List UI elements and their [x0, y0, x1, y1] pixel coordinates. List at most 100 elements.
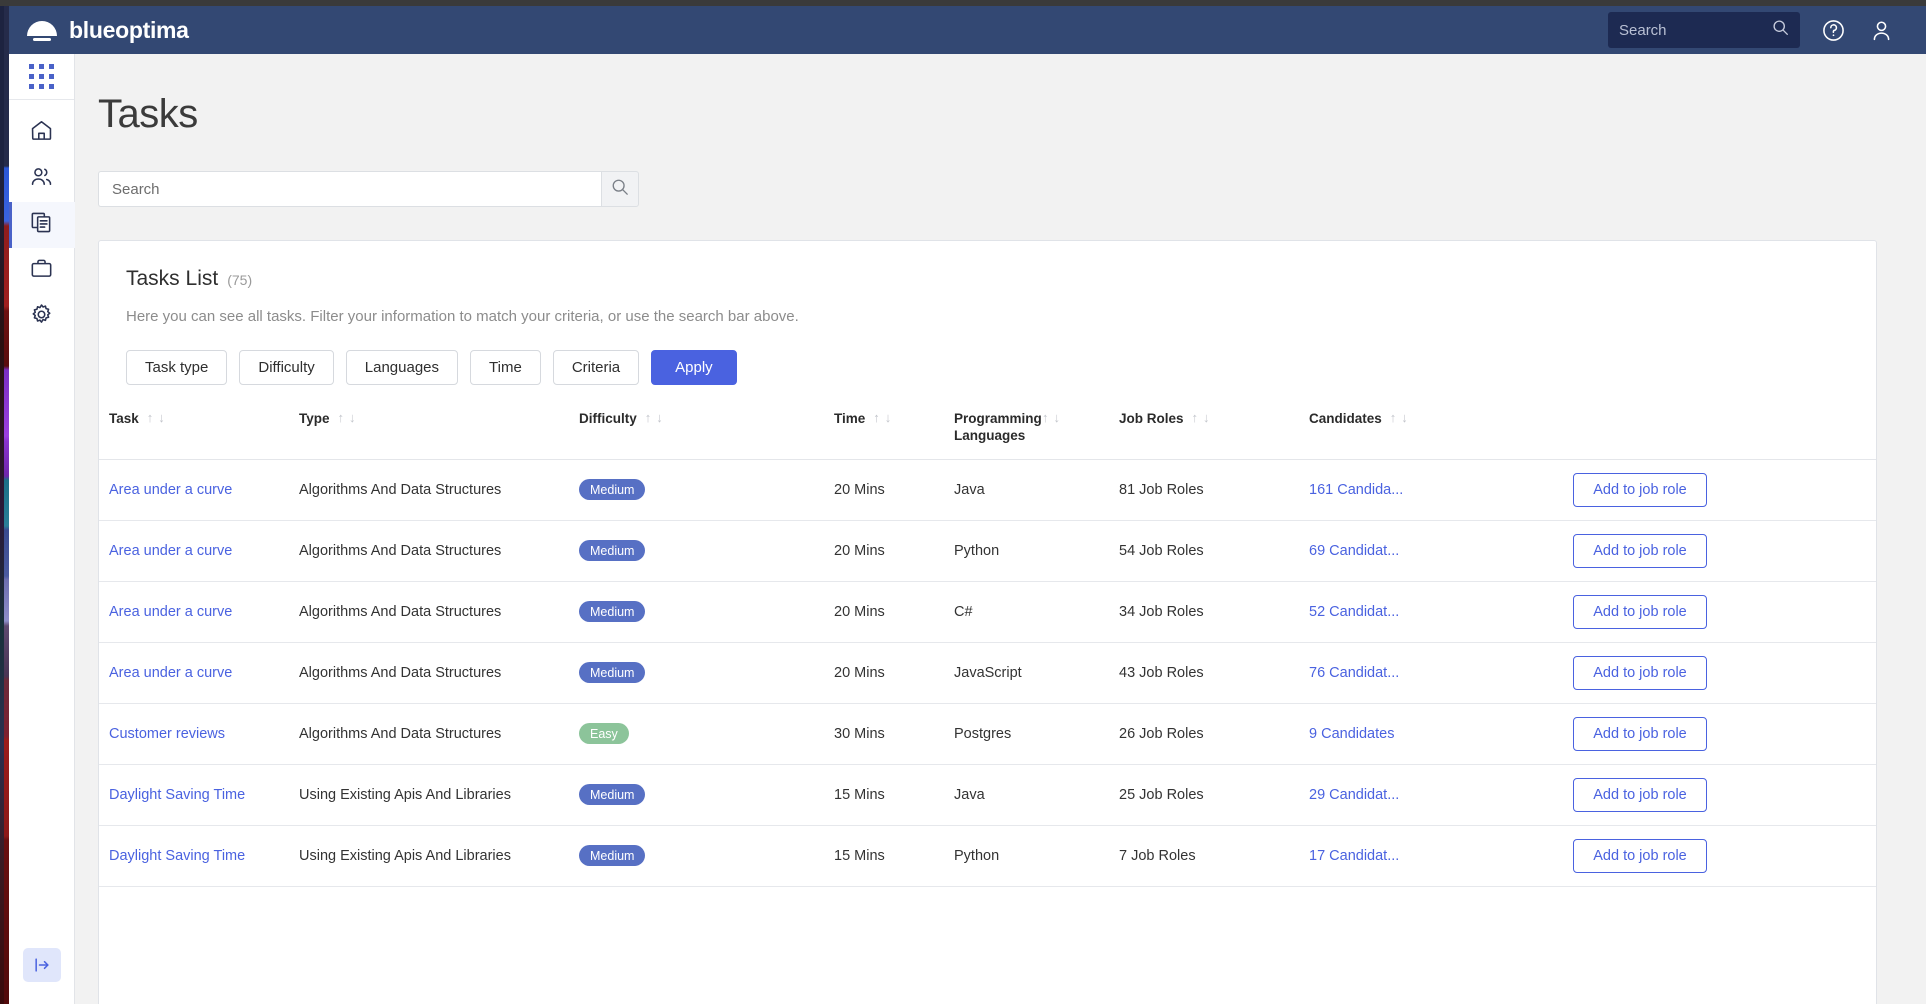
candidates-link[interactable]: 52 Candidat... — [1309, 604, 1399, 620]
task-time-text: 20 Mins — [834, 542, 885, 559]
add-to-job-role-button[interactable]: Add to job role — [1573, 838, 1707, 873]
sort-descending-arrow-icon[interactable]: ↓ — [885, 410, 892, 425]
task-name-link[interactable]: Area under a curve — [109, 604, 232, 620]
sort-controls-job-roles[interactable]: ↑ ↓ — [1192, 410, 1210, 425]
task-name-link[interactable]: Area under a curve — [109, 665, 232, 681]
sort-ascending-arrow-icon[interactable]: ↑ — [1390, 410, 1397, 425]
sort-controls-difficulty[interactable]: ↑ ↓ — [645, 410, 663, 425]
add-to-job-role-button[interactable]: Add to job role — [1573, 472, 1707, 507]
sort-ascending-arrow-icon[interactable]: ↑ — [147, 410, 154, 425]
cell-actions: Add to job role — [1549, 642, 1876, 703]
filter-criteria-button[interactable]: Criteria — [552, 350, 640, 385]
cell-candidates: 69 Candidat... — [1309, 520, 1549, 581]
search-submit-button[interactable] — [601, 171, 639, 207]
job-roles-text: 25 Job Roles — [1119, 786, 1204, 803]
cell-type: Algorithms And Data Structures — [299, 703, 579, 764]
brand[interactable]: blueoptima — [26, 14, 189, 46]
candidates-link[interactable]: 69 Candidat... — [1309, 543, 1399, 559]
cell-candidates: 161 Candida... — [1309, 459, 1549, 520]
sidebar-item-home[interactable] — [9, 110, 75, 156]
column-header-job-roles[interactable]: Job Roles ↑ ↓ — [1119, 410, 1309, 459]
search-input[interactable]: Search — [98, 171, 601, 207]
task-name-link[interactable]: Daylight Saving Time — [109, 787, 245, 803]
cell-type: Algorithms And Data Structures — [299, 520, 579, 581]
task-name-link[interactable]: Area under a curve — [109, 482, 232, 498]
help-circle-icon[interactable] — [1818, 15, 1848, 45]
task-name-link[interactable]: Area under a curve — [109, 543, 232, 559]
candidates-link[interactable]: 29 Candidat... — [1309, 787, 1399, 803]
programming-language-text: Postgres — [954, 725, 1012, 742]
apps-grid-icon[interactable] — [9, 54, 74, 100]
filter-time-button[interactable]: Time — [470, 350, 541, 385]
sort-descending-arrow-icon[interactable]: ↓ — [1401, 410, 1408, 425]
cell-type: Using Existing Apis And Libraries — [299, 825, 579, 886]
sort-descending-arrow-icon[interactable]: ↓ — [158, 410, 165, 425]
cell-actions: Add to job role — [1549, 703, 1876, 764]
candidates-link[interactable]: 76 Candidat... — [1309, 665, 1399, 681]
sort-ascending-arrow-icon[interactable]: ↑ — [873, 410, 880, 425]
cell-candidates: 76 Candidat... — [1309, 642, 1549, 703]
sort-ascending-arrow-icon[interactable]: ↑ — [1192, 410, 1199, 425]
programming-language-text: JavaScript — [954, 664, 1022, 681]
sort-controls-programming-languages[interactable]: ↑ ↓ — [1042, 410, 1061, 425]
column-header-task[interactable]: Task ↑ ↓ — [99, 410, 299, 459]
cell-time: 15 Mins — [834, 825, 954, 886]
cell-time: 30 Mins — [834, 703, 954, 764]
table-row: Daylight Saving Time Using Existing Apis … — [99, 764, 1876, 826]
cell-programming-language: Python — [954, 825, 1119, 886]
global-search-input[interactable]: Search — [1608, 12, 1800, 48]
cell-actions: Add to job role — [1549, 581, 1876, 642]
expand-sidebar-icon[interactable] — [22, 948, 61, 982]
cell-actions: Add to job role — [1549, 825, 1876, 886]
add-to-job-role-button[interactable]: Add to job role — [1573, 716, 1707, 751]
sort-ascending-arrow-icon[interactable]: ↑ — [645, 410, 652, 425]
column-header-difficulty[interactable]: Difficulty ↑ ↓ — [579, 410, 834, 459]
tasks-table-header: Task ↑ ↓ Type ↑ ↓ Difficulty ↑ ↓ Time ↑ … — [99, 410, 1876, 460]
programming-language-text: C# — [954, 603, 973, 620]
column-header-actions — [1549, 411, 1876, 459]
task-time-text: 15 Mins — [834, 847, 885, 864]
sort-descending-arrow-icon[interactable]: ↓ — [656, 410, 663, 425]
candidates-link[interactable]: 17 Candidat... — [1309, 848, 1399, 864]
sort-ascending-arrow-icon[interactable]: ↑ — [1042, 410, 1049, 425]
cell-candidates: 29 Candidat... — [1309, 764, 1549, 825]
filter-task-type-button[interactable]: Task type — [126, 350, 228, 385]
column-header-candidates[interactable]: Candidates ↑ ↓ — [1309, 410, 1549, 459]
sort-descending-arrow-icon[interactable]: ↓ — [349, 410, 356, 425]
add-to-job-role-button[interactable]: Add to job role — [1573, 533, 1707, 568]
sort-controls-type[interactable]: ↑ ↓ — [338, 410, 356, 425]
candidates-link[interactable]: 9 Candidates — [1309, 726, 1394, 742]
task-name-link[interactable]: Customer reviews — [109, 726, 225, 742]
column-header-type[interactable]: Type ↑ ↓ — [299, 410, 579, 459]
task-name-link[interactable]: Daylight Saving Time — [109, 848, 245, 864]
sort-descending-arrow-icon[interactable]: ↓ — [1054, 410, 1061, 425]
sidebar-item-jobs[interactable] — [9, 248, 75, 294]
column-label-task: Task — [109, 411, 139, 426]
task-time-text: 20 Mins — [834, 481, 885, 498]
candidates-link[interactable]: 161 Candida... — [1309, 482, 1403, 498]
sidebar-item-settings[interactable] — [9, 294, 75, 340]
cell-programming-language: Python — [954, 520, 1119, 581]
cell-difficulty: Medium — [579, 581, 834, 642]
task-time-text: 15 Mins — [834, 786, 885, 803]
sort-descending-arrow-icon[interactable]: ↓ — [1203, 410, 1210, 425]
sort-controls-time[interactable]: ↑ ↓ — [873, 410, 892, 425]
sort-ascending-arrow-icon[interactable]: ↑ — [338, 410, 345, 425]
filter-difficulty-button[interactable]: Difficulty — [239, 350, 334, 385]
column-header-programming-languages[interactable]: Programming Languages ↑ ↓ — [954, 410, 1119, 459]
sort-controls-task[interactable]: ↑ ↓ — [147, 410, 165, 425]
add-to-job-role-button[interactable]: Add to job role — [1573, 655, 1707, 690]
app-header: blueoptima Search — [9, 6, 1926, 54]
column-header-time[interactable]: Time ↑ ↓ — [834, 410, 954, 459]
sidebar-item-people[interactable] — [9, 156, 75, 202]
sidebar-item-tasks[interactable] — [8, 202, 75, 248]
user-account-icon[interactable] — [1866, 15, 1896, 45]
filter-languages-button[interactable]: Languages — [345, 350, 459, 385]
table-row: Area under a curve Algorithms And Data St… — [99, 581, 1876, 643]
apply-filters-button[interactable]: Apply — [651, 350, 737, 385]
add-to-job-role-button[interactable]: Add to job role — [1573, 777, 1707, 812]
add-to-job-role-button[interactable]: Add to job role — [1573, 594, 1707, 629]
cell-job-roles: 81 Job Roles — [1119, 459, 1309, 520]
cell-job-roles: 25 Job Roles — [1119, 764, 1309, 825]
sort-controls-candidates[interactable]: ↑ ↓ — [1390, 410, 1408, 425]
